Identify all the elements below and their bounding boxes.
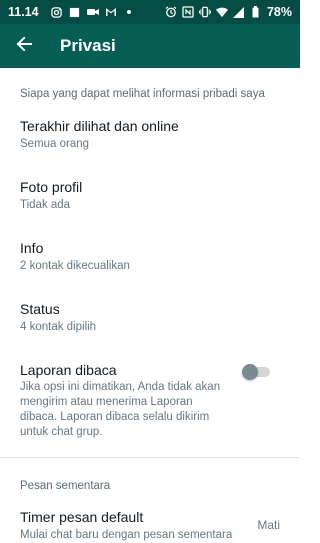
setting-value: Tidak ada xyxy=(20,199,71,211)
status-time: 11.14 xyxy=(8,5,39,19)
setting-value: Semua orang xyxy=(20,138,90,150)
timer-value: Mati xyxy=(257,518,280,532)
gmail-icon xyxy=(105,6,117,18)
battery-icon xyxy=(250,6,262,18)
wifi-icon xyxy=(215,6,228,18)
setting-title: Foto profil xyxy=(20,179,83,195)
page-title: Privasi xyxy=(60,36,116,55)
square-icon xyxy=(69,6,81,18)
section-header-privacy: Siapa yang dapat melihat informasi priba… xyxy=(20,88,265,100)
setting-title: Info xyxy=(20,240,44,256)
dot-icon xyxy=(123,6,135,18)
setting-description: Jika opsi ini dimatikan, Anda tidak akan… xyxy=(20,381,221,438)
alarm-icon xyxy=(165,6,177,18)
read-receipts-toggle[interactable] xyxy=(242,364,270,380)
status-bar: 11.14 78% xyxy=(0,0,300,24)
setting-description: Mulai chat baru dengan pesan sementara xyxy=(20,529,233,541)
vibrate-icon xyxy=(198,6,211,18)
signal-icon xyxy=(233,6,245,18)
arrow-left-icon xyxy=(16,36,32,57)
setting-title: Timer pesan default xyxy=(20,509,144,525)
section-header-disappearing: Pesan sementara xyxy=(20,480,111,492)
toggle-thumb xyxy=(242,364,258,380)
setting-profile-photo[interactable]: Foto profil Tidak ada xyxy=(0,178,300,213)
setting-value: 4 kontak dipilih xyxy=(20,321,97,333)
setting-title: Terakhir dilihat dan online xyxy=(20,118,179,134)
nfc-icon xyxy=(182,6,194,18)
setting-last-seen[interactable]: Terakhir dilihat dan online Semua orang xyxy=(0,117,300,152)
setting-title: Status xyxy=(20,301,60,317)
video-icon xyxy=(86,6,99,18)
setting-info[interactable]: Info 2 kontak dikecualikan xyxy=(0,239,300,274)
setting-title: Laporan dibaca xyxy=(20,362,117,378)
setting-value: 2 kontak dikecualikan xyxy=(20,260,130,272)
back-button[interactable] xyxy=(2,24,46,68)
app-bar: Privasi xyxy=(0,24,300,68)
instagram-icon xyxy=(51,6,63,18)
battery-percent: 78% xyxy=(266,5,292,19)
setting-read-receipts[interactable]: Laporan dibaca Jika opsi ini dimatikan, … xyxy=(0,361,300,440)
setting-default-timer[interactable]: Timer pesan default Mulai chat baru deng… xyxy=(0,508,300,543)
settings-list: Siapa yang dapat melihat informasi priba… xyxy=(0,68,300,543)
setting-status[interactable]: Status 4 kontak dipilih xyxy=(0,300,300,335)
